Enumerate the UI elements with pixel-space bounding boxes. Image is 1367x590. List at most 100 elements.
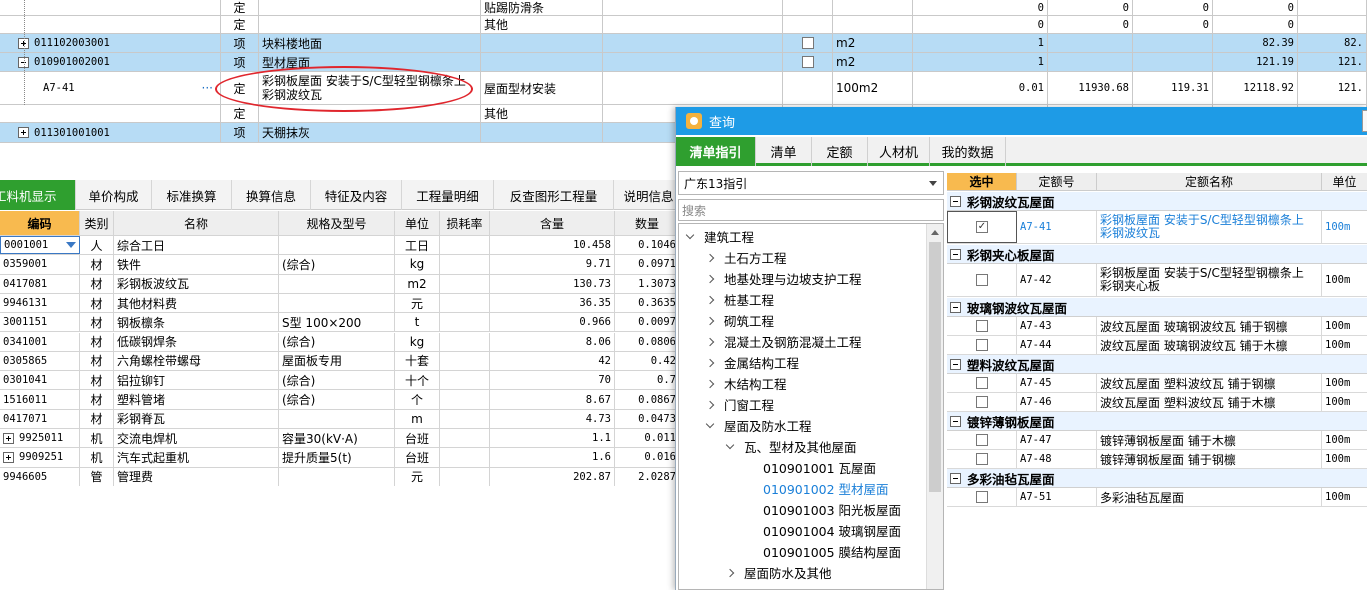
quota-checkbox[interactable] [975,377,988,389]
tree-node[interactable]: 桩基工程 [705,289,774,310]
scroll-thumb[interactable] [929,242,941,492]
expand-icon[interactable] [3,432,14,444]
tab-7[interactable]: 说明信息 [614,180,684,210]
quota-checkbox[interactable] [975,339,988,351]
bill-row[interactable]: 定 其他 0 0 0 0 [0,16,1367,34]
quota-checkbox[interactable] [975,396,988,408]
tree-node[interactable]: 010901002 型材屋面 [763,478,889,499]
bill-row[interactable]: A7-41 ··· 定 彩钢板屋面 安装于S/C型轻型钢檩条上 彩钢波纹瓦 屋面型材安装… [0,72,1367,105]
dialog-tab-4[interactable]: 我的数据 [930,137,1006,166]
resource-header-qty[interactable]: 数量 [615,211,680,235]
tab-0[interactable]: 工料机显示 [0,180,76,210]
collapse-icon[interactable] [950,248,961,260]
tree-node[interactable]: 金属结构工程 [705,352,799,373]
quota-group[interactable]: 多彩油毡瓦屋面 [947,469,1367,488]
quota-row[interactable]: A7-48 镀锌薄钢板屋面 铺于钢檩 100m [947,450,1367,469]
quota-checkbox[interactable]: ✓ [976,221,988,233]
resource-row[interactable]: 9946605 管管理费 元 202.87 2.0287 [0,467,680,486]
chevron-right-icon[interactable] [705,358,715,367]
quota-checkbox[interactable] [975,491,988,503]
bill-row[interactable]: 010901002001 项 型材屋面 m2 1 121.19 121. [0,53,1367,72]
tree-node[interactable]: 010901004 玻璃钢屋面 [763,520,901,541]
quota-row[interactable]: A7-51 多彩油毡瓦屋面 100m [947,488,1367,507]
tab-3[interactable]: 换算信息 [232,180,311,210]
collapse-icon[interactable] [950,195,961,207]
quota-group[interactable]: 镀锌薄钢板屋面 [947,412,1367,431]
row-checkbox[interactable] [801,56,814,68]
resource-header-loss[interactable]: 损耗率 [440,211,490,235]
tree-node[interactable]: 土石方工程 [705,247,787,268]
tab-1[interactable]: 单价构成 [76,180,152,210]
quota-checkbox[interactable] [975,274,988,286]
collapse-icon[interactable] [950,301,961,313]
tree-scrollbar[interactable] [926,224,943,589]
quota-row[interactable]: A7-42 彩钢板屋面 安装于S/C型轻型钢檩条上 彩钢夹心板 100m [947,264,1367,297]
resource-row[interactable]: 0341001 材低碳钢焊条 (综合) kg 8.06 0.0806 [0,332,680,352]
chevron-right-icon[interactable] [705,295,715,304]
resource-row[interactable]: 0359001 材铁件 (综合) kg 9.71 0.0971 [0,255,680,275]
guide-select[interactable]: 广东13指引 [678,171,944,195]
resource-header-name[interactable]: 名称 [114,211,279,235]
quota-row[interactable]: ✓ A7-41 彩钢板屋面 安装于S/C型轻型钢檩条上 彩钢波纹瓦 100m [947,211,1367,244]
resource-row[interactable]: 0305865 材六角螺栓带螺母 屋面板专用 十套 42 0.42 [0,351,680,372]
quota-header-code[interactable]: 定额号 [1017,173,1097,191]
collapse-icon[interactable] [950,415,961,427]
resource-header-code[interactable]: 编码 [0,211,80,235]
tab-4[interactable]: 特征及内容 [311,180,402,210]
resource-row[interactable]: 9946131 材其他材料费 元 36.35 0.3635 [0,293,680,314]
chevron-down-icon[interactable] [725,440,735,449]
quota-checkbox[interactable] [975,434,988,446]
quota-group[interactable]: 玻璃钢波纹瓦屋面 [947,298,1367,317]
tree-node[interactable]: 010901005 膜结构屋面 [763,541,901,562]
resource-row[interactable]: 0001001 人综合工日 工日 10.458 0.1046 [0,236,680,256]
tree-node[interactable]: 混凝土及钢筋混凝土工程 [705,331,862,352]
expand-icon[interactable] [18,127,29,138]
tree-node[interactable]: 木结构工程 [705,373,787,394]
tab-5[interactable]: 工程量明细 [402,180,494,210]
tree-node[interactable]: 010901001 瓦屋面 [763,457,876,478]
search-input[interactable]: 搜索 [678,199,944,221]
chevron-right-icon[interactable] [705,379,715,388]
resource-row[interactable]: 1516011 材塑料管堵 (综合) 个 8.67 0.0867 [0,390,680,410]
dialog-extra-button[interactable] [1362,110,1367,132]
quota-row[interactable]: A7-44 波纹瓦屋面 玻璃钢波纹瓦 铺于木檩 100m [947,336,1367,355]
quota-group[interactable]: 塑料波纹瓦屋面 [947,355,1367,374]
bill-row[interactable]: 011102003001 项 块料楼地面 m2 1 82.39 82. [0,34,1367,53]
chevron-right-icon[interactable] [705,400,715,409]
resource-row[interactable]: 0301041 材铝拉铆钉 (综合) 十个 70 0.7 [0,371,680,391]
more-options-icon[interactable]: ··· [202,81,213,95]
chevron-down-icon[interactable] [705,419,715,428]
tree-node[interactable]: 屋面防水及其他 [725,562,832,583]
quota-row[interactable]: A7-43 波纹瓦屋面 玻璃钢波纹瓦 铺于钢檩 100m [947,317,1367,336]
row-checkbox[interactable] [801,37,814,49]
quota-checkbox[interactable] [975,320,988,332]
scroll-up-icon[interactable] [931,230,939,235]
quota-row[interactable]: A7-45 波纹瓦屋面 塑料波纹瓦 铺于钢檩 100m [947,374,1367,393]
quota-header-name[interactable]: 定额名称 [1097,173,1322,191]
resource-header-content[interactable]: 含量 [490,211,615,235]
quota-group[interactable]: 彩钢夹心板屋面 [947,245,1367,264]
resource-row[interactable]: 9925011 机交流电焊机 容量30(kV·A) 台班 1.1 0.011 [0,429,680,449]
chevron-right-icon[interactable] [705,274,715,283]
dialog-tab-1[interactable]: 清单 [756,137,812,166]
tree-node[interactable]: 瓦、型材及其他屋面 [725,436,857,457]
quota-row[interactable]: A7-47 镀锌薄钢板屋面 铺于木檩 100m [947,431,1367,450]
tree-node[interactable]: 砌筑工程 [705,310,774,331]
chevron-right-icon[interactable] [705,253,715,262]
dialog-titlebar[interactable]: 查询 [676,107,1367,135]
resource-row[interactable]: 0417081 材彩钢板波纹瓦 m2 130.73 1.3073 [0,274,680,294]
quota-group[interactable]: 彩钢波纹瓦屋面 [947,192,1367,211]
dialog-tab-0[interactable]: 清单指引 [676,137,756,166]
quota-header-unit[interactable]: 单位 [1322,173,1367,191]
resource-row[interactable]: 9909251 机汽车式起重机 提升质量5(t) 台班 1.6 0.016 [0,448,680,468]
collapse-icon[interactable] [950,358,961,370]
dialog-tab-2[interactable]: 定额 [812,137,868,166]
resource-header-spec[interactable]: 规格及型号 [279,211,395,235]
tab-2[interactable]: 标准换算 [152,180,232,210]
resource-header-type[interactable]: 类别 [80,211,114,235]
resource-header-unit[interactable]: 单位 [395,211,440,235]
chevron-right-icon[interactable] [705,316,715,325]
collapse-icon[interactable] [950,472,961,484]
tree-node[interactable]: 建筑工程 [685,226,754,247]
chevron-down-icon[interactable] [685,230,695,239]
